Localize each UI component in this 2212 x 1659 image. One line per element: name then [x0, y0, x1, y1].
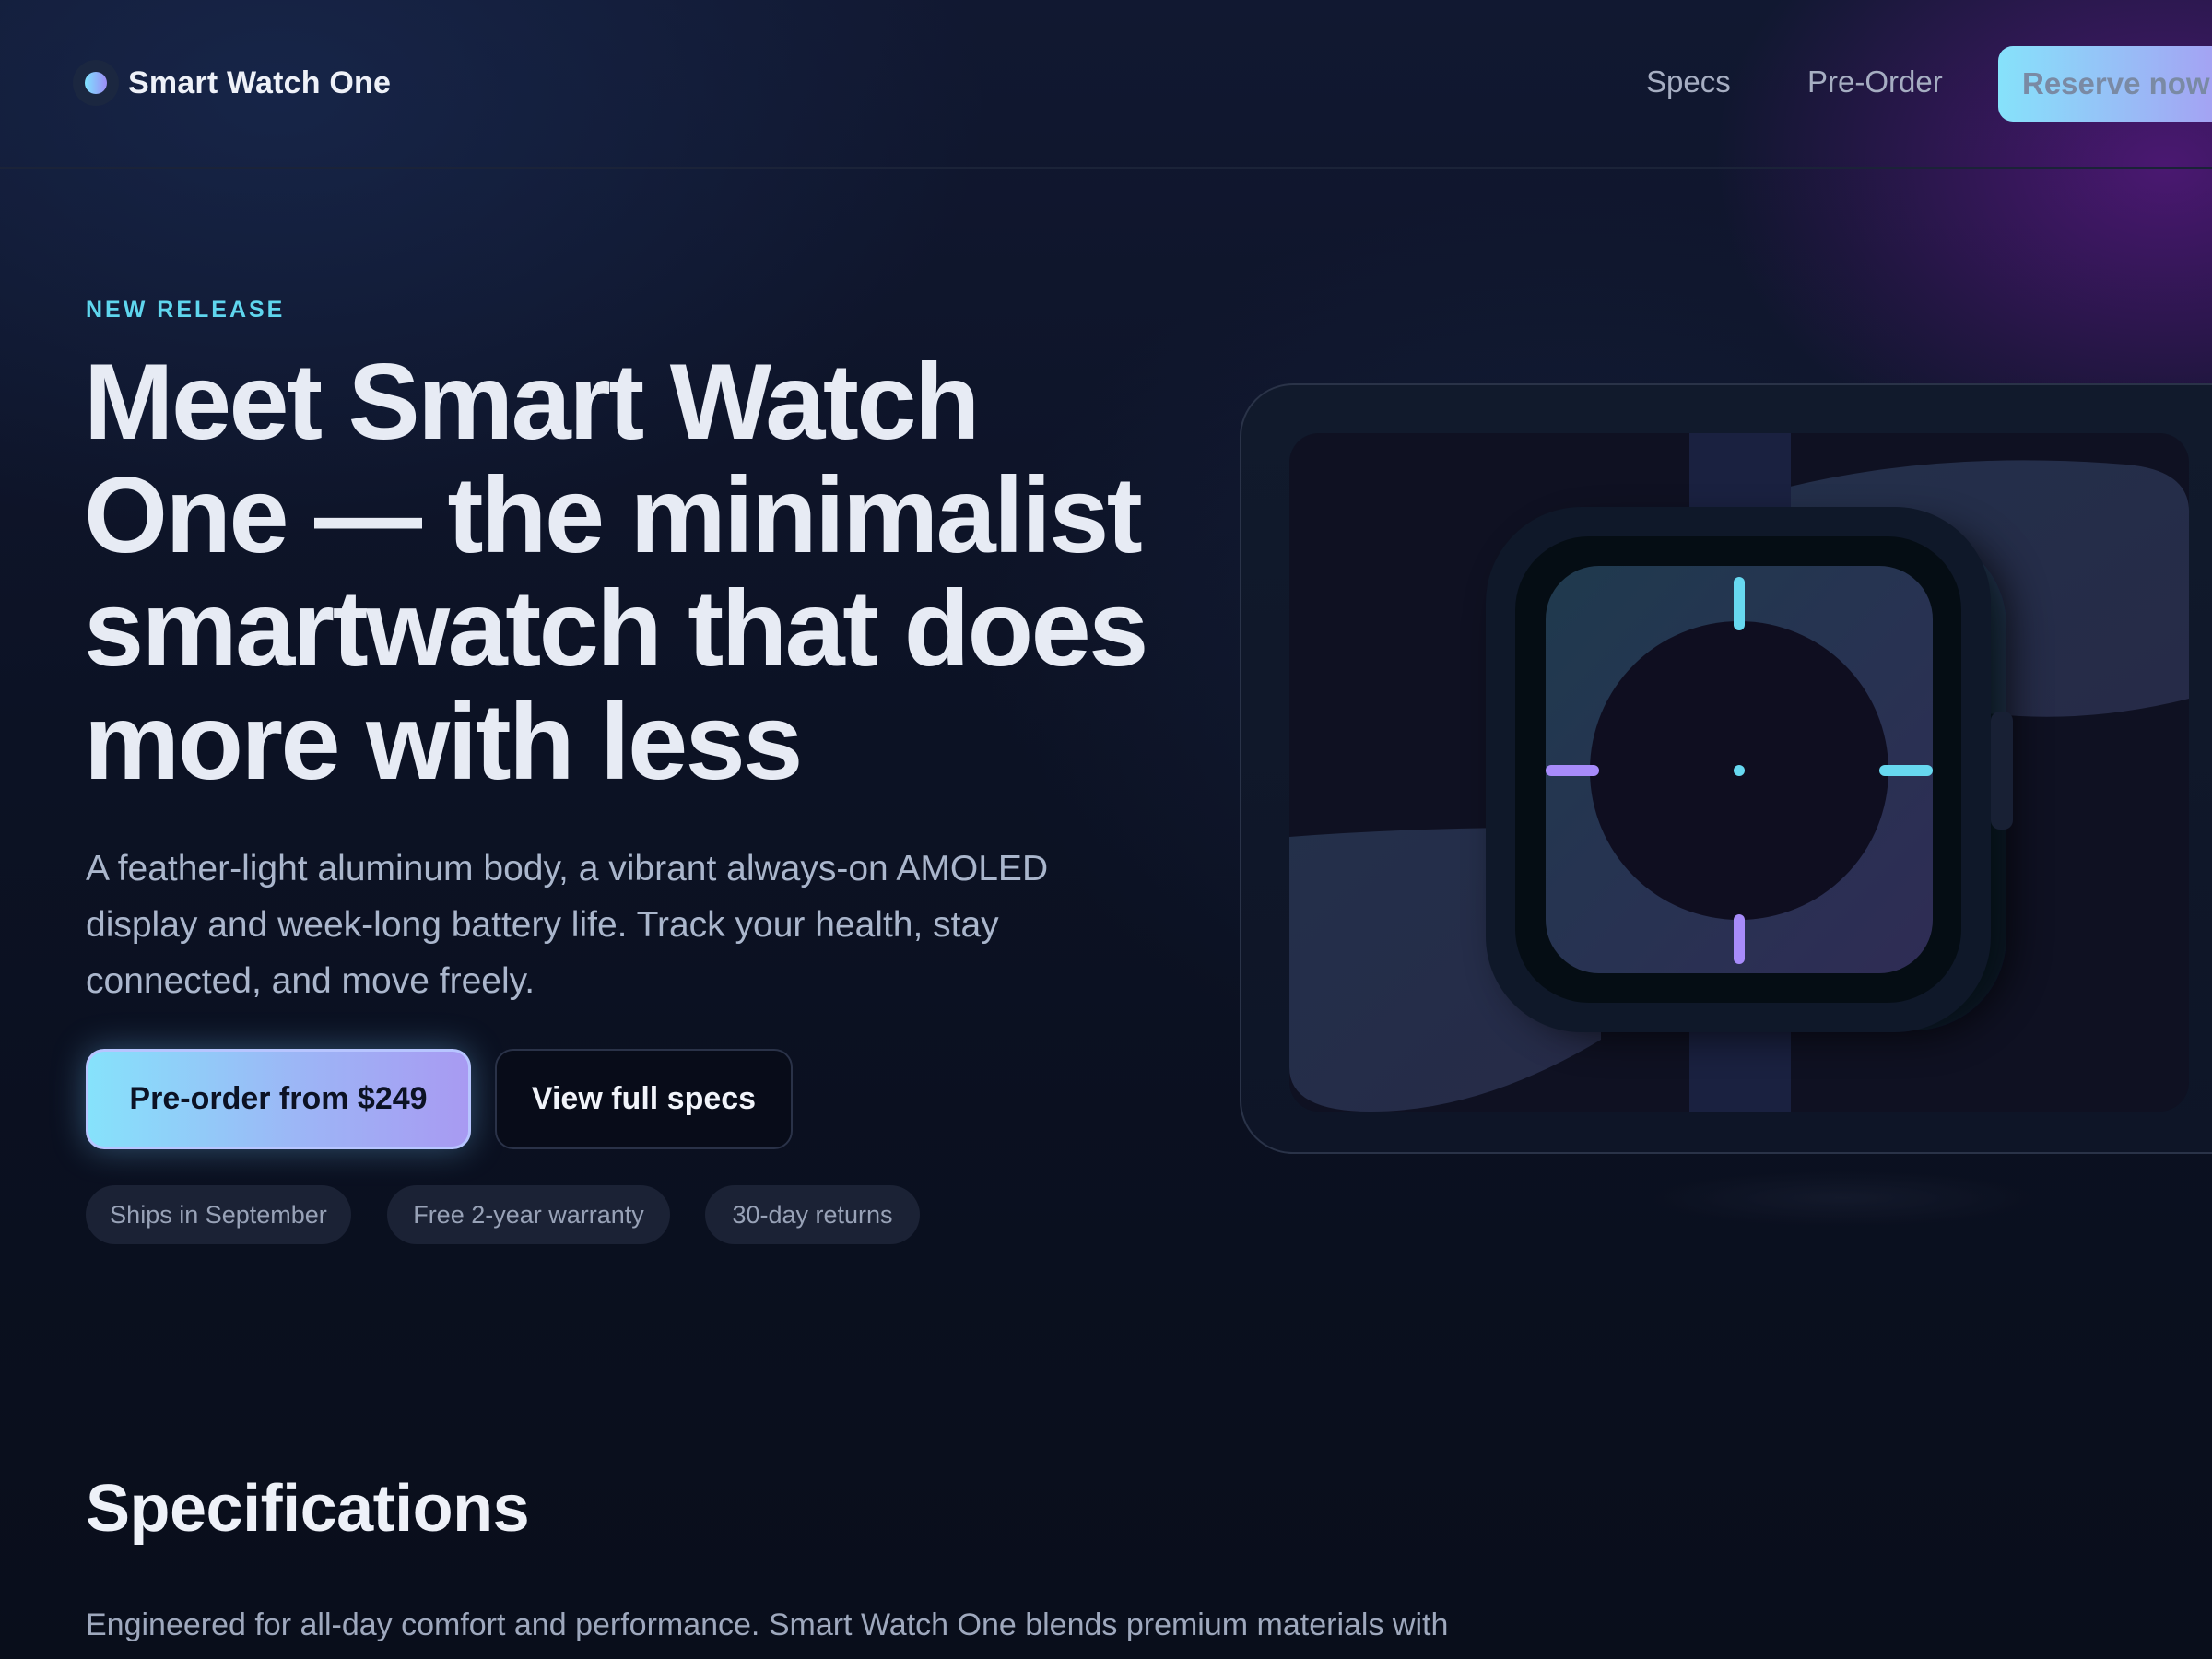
eyebrow-label: NEW RELEASE: [86, 297, 286, 323]
card-shadow: [1650, 1171, 2037, 1226]
brand-name: Smart Watch One: [128, 65, 392, 100]
specifications-description: Engineered for all-day comfort and perfo…: [86, 1607, 1449, 1642]
specifications-heading: Specifications: [86, 1472, 530, 1546]
chip-warranty: Free 2-year warranty: [387, 1185, 670, 1244]
hero-headline: Meet Smart Watch One — the minimalist sm…: [84, 341, 1148, 802]
view-specs-button[interactable]: View full specs: [495, 1049, 793, 1149]
hero-subcopy: A feather-light aluminum body, a vibrant…: [86, 849, 1049, 1001]
watch-illustration: [1289, 433, 2190, 1112]
site-header: Smart Watch One Specs Pre-Order Reserve …: [0, 0, 2212, 169]
pre-order-button[interactable]: Pre-order from $249: [86, 1049, 471, 1149]
nav-link-specs[interactable]: Specs: [1646, 65, 1731, 100]
brand[interactable]: Smart Watch One: [73, 60, 391, 106]
brand-logo-icon: [73, 60, 119, 106]
chip-shipping: Ships in September: [86, 1185, 351, 1244]
chip-returns: 30-day returns: [705, 1185, 920, 1244]
reserve-now-button[interactable]: Reserve now: [1998, 46, 2212, 122]
nav-link-pre-order[interactable]: Pre-Order: [1807, 65, 1943, 100]
product-image-card: [1240, 383, 2212, 1154]
